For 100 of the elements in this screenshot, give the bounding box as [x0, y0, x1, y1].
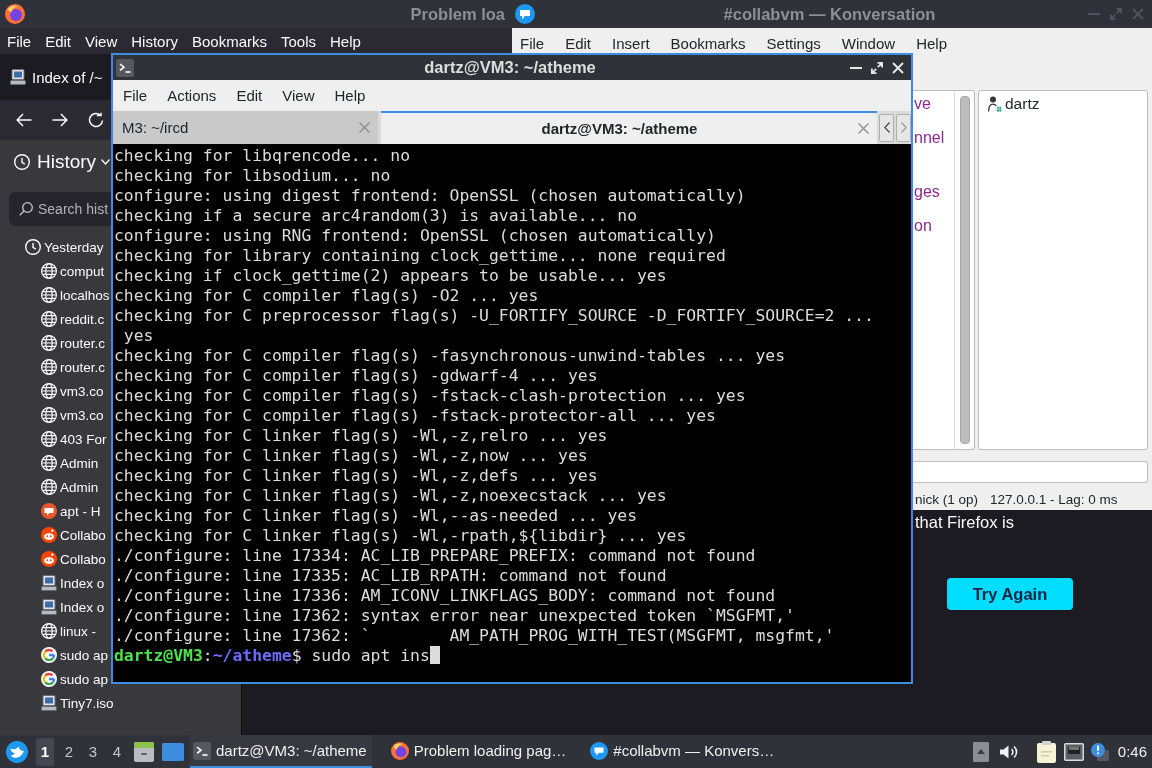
output-line: checking for C compiler flag(s) -gdwarf-4 ... yes — [114, 366, 598, 385]
browser-tab[interactable]: Index of /~ — [0, 58, 111, 96]
history-item[interactable]: linux - — [41, 619, 96, 643]
computer-icon — [41, 599, 57, 615]
clock-icon — [14, 154, 30, 170]
chevron-right-icon — [900, 122, 907, 133]
menu-item[interactable]: Actions — [167, 87, 217, 104]
workspace-button[interactable]: 3 — [84, 737, 102, 766]
output-line: ./configure: line 17335: AC_LIB_RPATH: command not found — [114, 566, 667, 585]
output-line: yes — [122, 326, 154, 345]
back-arrow-icon[interactable] — [16, 113, 32, 127]
workspace-button[interactable]: 1 — [36, 737, 54, 766]
history-item[interactable]: Collabo — [41, 523, 106, 547]
output-line: ./configure: line 17336: AM_ICONV_LINKFLAGS_BODY: command not found — [114, 586, 776, 605]
computer-icon — [10, 69, 26, 85]
search-field[interactable]: Search hist — [9, 192, 111, 226]
output-line: checking for C linker flag(s) -Wl,-z,defs ... yes — [114, 466, 598, 485]
task-button[interactable]: #collabvm — Konvers… — [587, 735, 780, 768]
menu-item[interactable]: File — [7, 32, 32, 50]
history-item[interactable]: Index o — [41, 595, 105, 619]
menu-item[interactable]: Help — [334, 87, 366, 104]
terminal-tab[interactable]: dartz@VM3: ~/atheme — [381, 111, 877, 144]
history-item[interactable]: router.c — [41, 355, 106, 379]
history-item[interactable]: router.c — [41, 331, 106, 355]
menu-item[interactable]: Bookmarks — [670, 34, 746, 52]
task-button[interactable]: dartz@VM3: ~/atheme — [190, 735, 372, 768]
task-button[interactable]: Problem loading pag… — [387, 735, 572, 768]
clock: 0:46 — [1117, 743, 1147, 760]
output-line: checking for library containing clock_gettime... none required — [114, 246, 726, 265]
forward-arrow-icon[interactable] — [52, 113, 68, 127]
minimize-icon[interactable] — [850, 66, 862, 69]
clipboard-icon[interactable] — [1036, 740, 1056, 763]
menu-item[interactable]: Tools — [281, 32, 316, 50]
globe-icon — [41, 263, 57, 279]
history-item[interactable]: localhos — [41, 283, 110, 307]
history-item[interactable]: sudo ap — [41, 643, 109, 667]
alert-icon[interactable] — [1090, 742, 1109, 761]
menu-item[interactable]: View — [85, 32, 118, 50]
output-line: checking for C linker flag(s) -Wl,--as-needed ... yes — [114, 506, 637, 525]
menu-item[interactable]: Edit — [236, 87, 263, 104]
menu-item[interactable]: Insert — [612, 34, 650, 52]
cabinet-icon[interactable] — [134, 741, 154, 762]
shell-prompt: dartz@VM3:~/atheme$ sudo apt ins — [114, 646, 430, 665]
message-input-field[interactable] — [913, 461, 1148, 483]
speech-bubble-icon — [590, 741, 609, 760]
history-item[interactable]: vm3.co — [41, 379, 104, 403]
try-again-button[interactable]: Try Again — [947, 578, 1073, 610]
output-line: checking for C preprocessor flag(s) -U_FORTIFY_SOURCE -D_FORTIFY_SOURCE=2 ... — [114, 306, 874, 325]
history-item[interactable]: apt - H — [41, 499, 101, 523]
history-group[interactable]: Yesterday — [25, 235, 104, 259]
output-line: checking for C linker flag(s) -Wl,-z,relro ... yes — [114, 426, 608, 445]
history-item[interactable]: Admin — [41, 451, 99, 475]
chat-message: ve — [914, 94, 931, 114]
globe-icon — [41, 407, 57, 423]
menu-item[interactable]: Edit — [565, 34, 592, 52]
scroll-left-button[interactable] — [879, 113, 894, 142]
history-item[interactable]: 403 For — [41, 427, 107, 451]
workspace-button[interactable]: 2 — [60, 737, 78, 766]
reload-icon[interactable] — [88, 112, 104, 128]
output-line: ./configure: line 17362: ` AM_PATH_PROG_WITH_TEST(MSGFMT, msgfmt,' — [114, 626, 835, 645]
volume-icon[interactable] — [999, 743, 1018, 760]
history-item[interactable]: Admin — [41, 475, 99, 499]
error-text: that Firefox is — [915, 512, 1015, 532]
history-item[interactable]: comput — [41, 259, 105, 283]
menu-item[interactable]: Help — [916, 34, 947, 52]
terminal-icon — [193, 741, 211, 760]
history-item[interactable]: reddit.c — [41, 307, 105, 331]
menu-item[interactable]: Edit — [45, 32, 72, 50]
sidebar-switcher[interactable]: History — [14, 140, 111, 184]
history-item[interactable]: Collabo — [41, 547, 106, 571]
globe-icon — [41, 455, 57, 471]
chat-message: ges — [914, 182, 940, 202]
chevron-left-icon — [883, 122, 890, 133]
output-line: ./configure: line 17334: AC_LIB_PREPARE_PREFIX: command not found — [114, 546, 756, 565]
computer-icon — [41, 695, 57, 711]
scrollbar-thumb[interactable] — [959, 96, 970, 444]
speech-disc-icon — [41, 503, 57, 519]
menu-item[interactable]: Window — [841, 34, 896, 52]
menu-item[interactable]: History — [131, 32, 178, 50]
network-port-icon[interactable] — [1063, 742, 1084, 761]
globe-icon — [41, 623, 57, 639]
history-item[interactable]: Index o — [41, 571, 105, 595]
window-title: dartz@VM3: ~/atheme — [424, 58, 596, 77]
history-item[interactable]: Tiny7.iso — [41, 691, 114, 715]
menu-item[interactable]: Bookmarks — [191, 32, 267, 50]
status-text: 127.0.0.1 - Lag: 0 ms — [990, 492, 1118, 507]
history-item[interactable]: sudo ap — [41, 667, 109, 691]
terminal-tab[interactable]: M3: ~/ircd — [113, 111, 378, 144]
menu-item[interactable]: File — [123, 87, 148, 104]
menu-item[interactable]: View — [282, 87, 315, 104]
screen-icon[interactable] — [162, 742, 184, 761]
bird-logo-icon[interactable] — [6, 740, 28, 763]
globe-icon — [41, 479, 57, 495]
menu-item[interactable]: Settings — [766, 34, 821, 52]
nick-entry[interactable]: dartz — [988, 94, 1040, 114]
workspace-button[interactable]: 4 — [108, 737, 126, 766]
menu-item[interactable]: Help — [330, 32, 361, 50]
history-item[interactable]: vm3.co — [41, 403, 104, 427]
menu-item[interactable]: File — [520, 34, 545, 52]
clock-icon — [25, 239, 41, 255]
